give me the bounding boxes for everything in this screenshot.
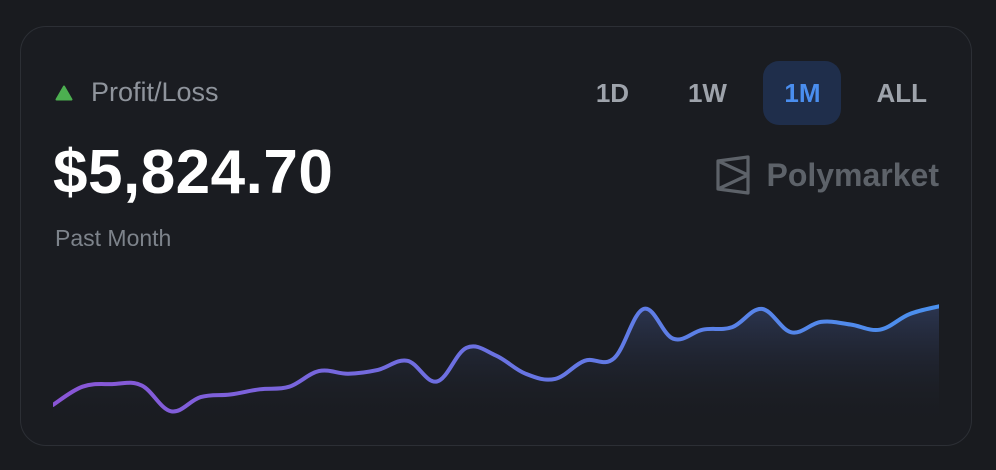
card-title: Profit/Loss	[91, 77, 219, 107]
brand-name: Polymarket	[766, 156, 939, 193]
polymarket-logo-icon	[716, 155, 751, 195]
triangle-up-icon	[55, 85, 73, 100]
tab-1m[interactable]: 1M	[763, 61, 842, 125]
period-label: Past Month	[55, 225, 172, 251]
brand: Polymarket	[714, 155, 939, 195]
tab-1d[interactable]: 1D	[573, 61, 651, 125]
profit-chart	[53, 304, 939, 425]
card-header: Profit/Loss	[55, 77, 219, 108]
tab-all[interactable]: ALL	[858, 61, 945, 125]
range-tabs: 1D 1W 1M ALL	[556, 61, 945, 125]
tab-1w[interactable]: 1W	[668, 61, 746, 125]
profit-amount: $5,824.70	[53, 138, 334, 207]
profit-loss-card: Profit/Loss 1D 1W 1M ALL $5,824.70 Past …	[20, 26, 972, 446]
